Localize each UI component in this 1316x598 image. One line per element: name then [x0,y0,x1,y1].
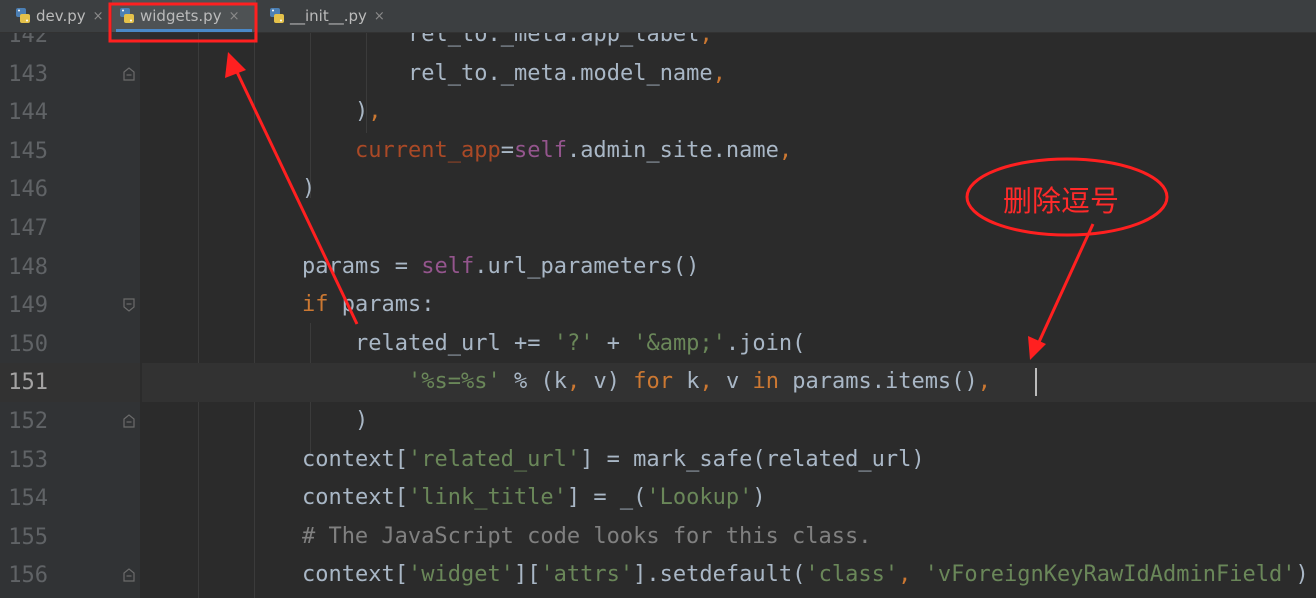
line-number: 146 [8,177,48,203]
code-line[interactable]: 151 '%s=%s' % (k, v) for k, v in params.… [0,363,1316,402]
line-number: 149 [8,293,48,319]
code-text[interactable]: # The JavaScript code looks for this cla… [143,523,872,551]
code-line[interactable]: 153 context['related_url'] = mark_safe(r… [0,441,1316,480]
code-text[interactable]: ) [143,407,368,435]
close-icon[interactable]: × [229,9,240,24]
fold-marker-icon[interactable] [122,66,136,81]
close-icon[interactable]: × [93,9,104,24]
code-text[interactable]: ) [143,175,315,203]
code-text[interactable]: rel_to._meta.app_label, [143,33,713,49]
code-line[interactable]: 145 current_app=self.admin_site.name, [0,132,1316,171]
code-text[interactable]: if params: [143,291,434,319]
line-number: 148 [8,254,48,280]
line-number: 154 [8,486,48,512]
line-number: 143 [8,61,48,87]
tab-label: dev.py [36,7,86,25]
code-line[interactable]: 156 context['widget']['attrs'].setdefaul… [0,556,1316,595]
code-text[interactable]: context['link_title'] = _('Lookup') [143,484,766,512]
text-caret [1034,368,1037,397]
code-text[interactable]: current_app=self.admin_site.name, [143,137,792,165]
python-file-icon [118,7,136,25]
code-text[interactable]: rel_to._meta.model_name, [143,60,726,88]
annotation-text: 删除逗号 [1003,184,1120,218]
code-line[interactable]: 154 context['link_title'] = _('Lookup') [0,479,1316,518]
code-text[interactable]: related_url += '?' + '&amp;'.join( [143,330,805,358]
code-editor[interactable]: 142 rel_to._meta.app_label, 143 rel_to._m… [0,33,1316,598]
code-line[interactable]: 152 ) [0,402,1316,441]
code-text[interactable]: ), [143,98,382,126]
fold-marker-icon[interactable] [122,568,136,582]
python-file-icon [14,7,32,25]
close-icon[interactable]: × [374,9,385,24]
code-text[interactable]: context['widget']['attrs'].setdefault('c… [143,561,1309,589]
code-text[interactable]: '%s=%s' % (k, v) for k, v in params.item… [143,368,991,396]
code-line[interactable]: 149 if params: [0,286,1316,325]
line-number: 156 [8,563,48,589]
fold-marker-icon[interactable] [122,298,136,312]
line-number: 147 [8,216,48,241]
line-number: 151 [8,370,48,396]
tab-widgets-py[interactable]: widgets.py × [112,0,256,32]
line-number: 150 [8,331,48,357]
tab-init-py[interactable]: __init__.py × [262,0,390,32]
code-line[interactable]: 143 rel_to._meta.model_name, [0,55,1316,94]
tab-label: widgets.py [140,7,222,25]
code-line[interactable]: 142 rel_to._meta.app_label, [0,33,1316,55]
editor-tab-bar: dev.py × widgets.py × __init__.py × [0,0,1316,33]
tab-dev-py[interactable]: dev.py × [8,0,108,32]
line-number: 142 [8,33,48,48]
code-line[interactable]: 155 # The JavaScript code looks for this… [0,518,1316,557]
code-text[interactable]: params = self.url_parameters() [143,253,699,281]
python-file-icon [268,7,286,25]
line-number: 152 [8,409,48,434]
code-line[interactable]: 150 related_url += '?' + '&amp;'.join( [0,325,1316,364]
code-line[interactable]: 144 ), [0,93,1316,132]
line-number: 145 [8,138,48,164]
fold-marker-icon[interactable] [122,414,136,428]
line-number: 144 [8,100,48,126]
tab-label: __init__.py [290,7,367,25]
line-number: 153 [8,447,48,473]
code-line[interactable]: 148 params = self.url_parameters() [0,248,1316,287]
code-text[interactable]: context['related_url'] = mark_safe(relat… [143,446,925,474]
line-number: 155 [8,524,48,550]
